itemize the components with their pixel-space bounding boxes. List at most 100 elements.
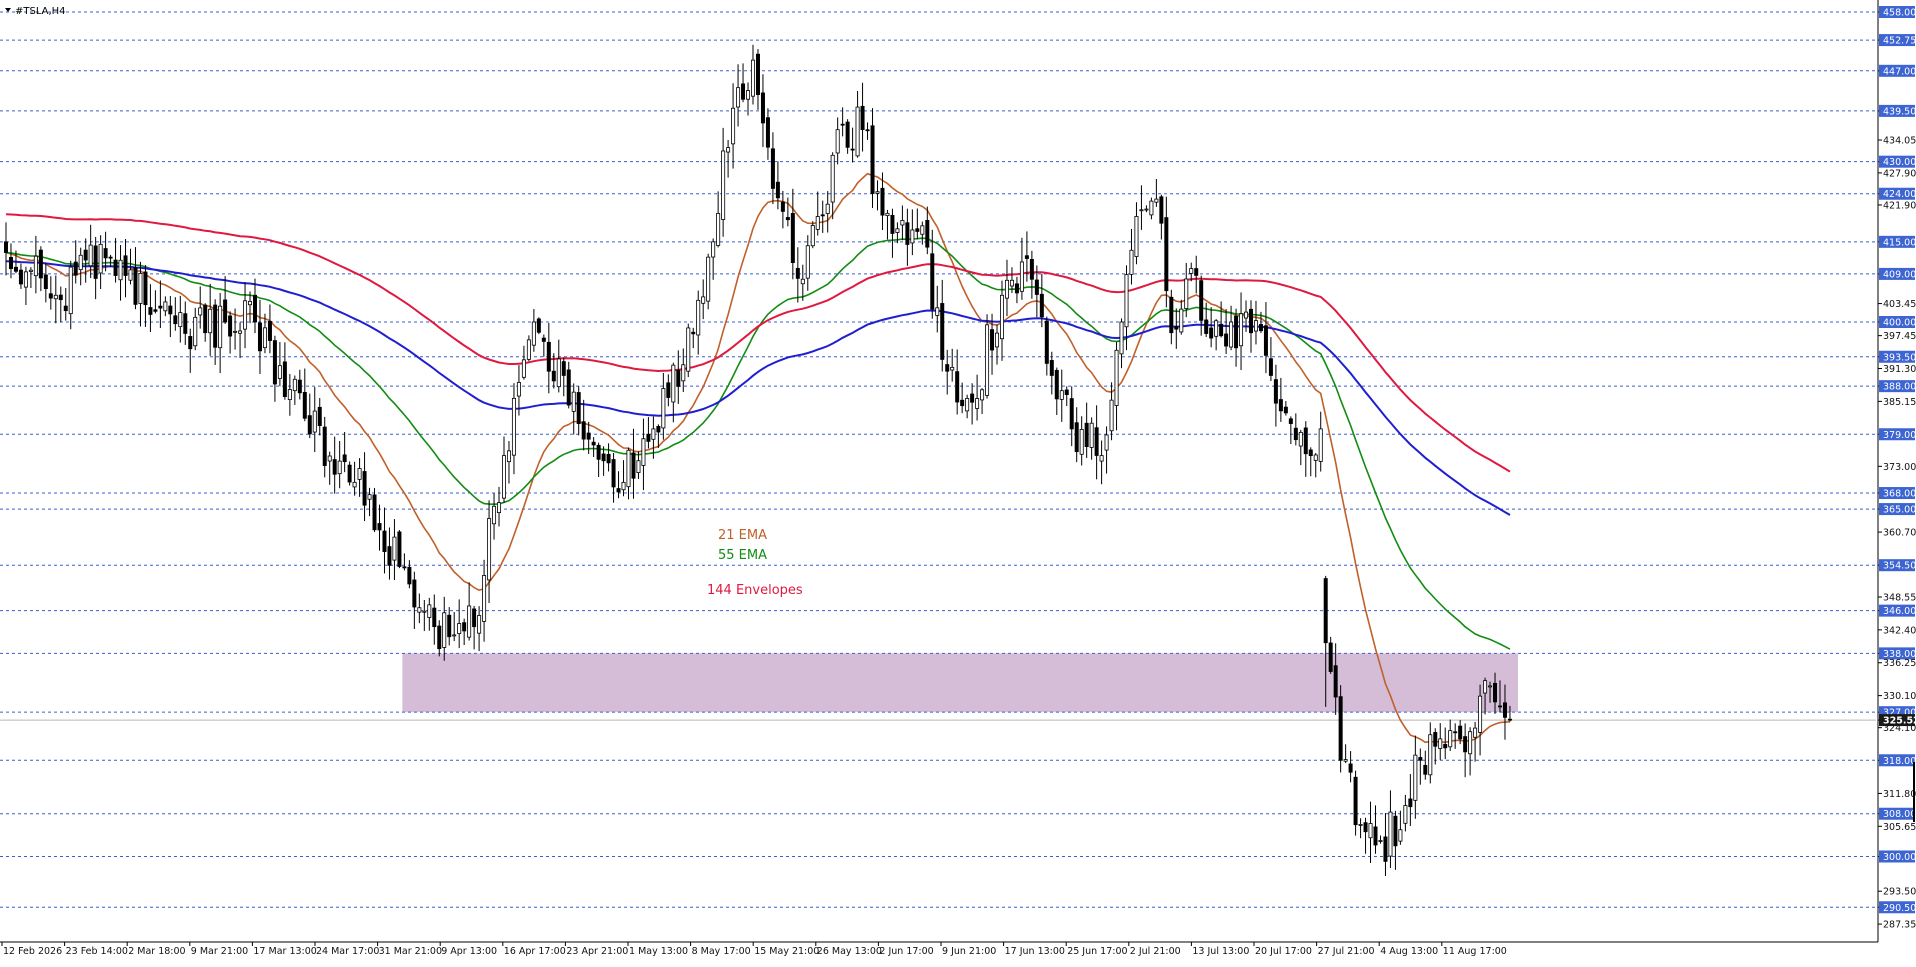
candle bbox=[1338, 685, 1343, 773]
candle-body bbox=[312, 410, 317, 433]
candle-body bbox=[541, 337, 546, 342]
candle-body bbox=[765, 117, 770, 148]
candle-body bbox=[970, 393, 975, 403]
candle-body bbox=[1199, 280, 1204, 321]
candle-body bbox=[1204, 319, 1209, 334]
candle-body bbox=[1378, 840, 1383, 842]
price-tick-label: 379.00 bbox=[1883, 430, 1916, 441]
candle-body bbox=[581, 421, 586, 440]
candle-body bbox=[302, 391, 307, 419]
time-tick-label: 4 Aug 13:00 bbox=[1380, 946, 1438, 957]
candle-body bbox=[1373, 826, 1378, 846]
candle-body bbox=[1268, 358, 1273, 376]
candle-body bbox=[1348, 763, 1353, 773]
time-tick-label: 1 May 13:00 bbox=[629, 946, 688, 957]
candle-body bbox=[686, 327, 691, 372]
candle-body bbox=[870, 125, 875, 194]
candle-body bbox=[1273, 379, 1278, 404]
candle-body bbox=[1258, 324, 1263, 332]
candle-body bbox=[521, 359, 526, 378]
candle-body bbox=[1134, 216, 1139, 257]
candle-body bbox=[1129, 249, 1134, 275]
candle-body bbox=[193, 316, 198, 347]
price-tick-label: 415.00 bbox=[1883, 237, 1916, 248]
candle-body bbox=[1278, 399, 1283, 412]
chart-container: 458.00 452.75 447.00 439.50 434.05 430.00 427.… bbox=[0, 0, 1916, 963]
price-tick-label: 427.90 bbox=[1883, 168, 1916, 179]
candle-body bbox=[128, 269, 133, 281]
candle-body bbox=[447, 614, 452, 638]
candle-body bbox=[855, 106, 860, 157]
candle-body bbox=[780, 201, 785, 212]
candle-body bbox=[576, 392, 581, 424]
price-tick-label: 388.00 bbox=[1883, 382, 1916, 393]
candle bbox=[810, 221, 815, 249]
price-tick-label: 430.00 bbox=[1883, 157, 1916, 168]
candle-body bbox=[457, 623, 462, 634]
candle-body bbox=[252, 294, 257, 323]
candle-body bbox=[621, 481, 626, 491]
candle-body bbox=[138, 273, 143, 304]
candle-body bbox=[1034, 279, 1039, 295]
candle-body bbox=[1154, 198, 1159, 203]
candle-body bbox=[676, 369, 681, 387]
candle-body bbox=[561, 361, 566, 376]
candle-body bbox=[317, 406, 322, 427]
candle-body bbox=[1493, 682, 1498, 703]
candle-body bbox=[347, 464, 352, 483]
symbol-header[interactable]: #TSLA,H4 bbox=[5, 6, 66, 17]
candle-body bbox=[1408, 798, 1413, 808]
candle-body bbox=[711, 241, 716, 258]
candle-body bbox=[38, 249, 43, 279]
candle-body bbox=[148, 307, 153, 315]
candle-body bbox=[337, 460, 342, 475]
candle-body bbox=[1403, 805, 1408, 824]
candle-body bbox=[188, 336, 193, 350]
candle-body bbox=[243, 300, 248, 330]
candle-body bbox=[606, 453, 611, 464]
candle-body bbox=[1149, 200, 1154, 216]
price-tick-label: 365.00 bbox=[1883, 505, 1916, 516]
candle-body bbox=[586, 432, 591, 440]
candle-body bbox=[68, 266, 73, 315]
candle-body bbox=[960, 399, 965, 407]
candle-body bbox=[1313, 454, 1318, 461]
candle-body bbox=[1303, 427, 1308, 455]
time-tick-label: 2 Mar 18:00 bbox=[128, 946, 185, 957]
candle-body bbox=[820, 214, 825, 217]
price-tick-label: 391.30 bbox=[1883, 364, 1916, 375]
candle-body bbox=[701, 296, 706, 304]
candle-body bbox=[123, 255, 128, 276]
candle-body bbox=[1169, 296, 1174, 334]
time-tick-label: 17 Jun 13:00 bbox=[1005, 946, 1065, 957]
candle-body bbox=[472, 608, 477, 628]
candle-body bbox=[546, 341, 551, 372]
candle-body bbox=[1004, 279, 1009, 299]
candle-body bbox=[1049, 360, 1054, 376]
candle-body bbox=[751, 59, 756, 97]
candle-body bbox=[626, 449, 631, 488]
candle-body bbox=[1184, 278, 1189, 309]
candle-body bbox=[775, 181, 780, 199]
candle-body bbox=[1079, 429, 1084, 455]
candle-body bbox=[1174, 326, 1179, 330]
candle-body bbox=[1179, 308, 1184, 333]
candle-body bbox=[1114, 349, 1119, 406]
candle bbox=[347, 461, 352, 486]
price-tick-label: 397.45 bbox=[1883, 331, 1916, 342]
candle-body bbox=[975, 398, 980, 409]
candle-body bbox=[272, 340, 277, 385]
candle-body bbox=[1009, 279, 1014, 287]
candle-body bbox=[1473, 727, 1478, 738]
candle-body bbox=[1094, 427, 1099, 456]
candle-body bbox=[203, 304, 208, 334]
candle-body bbox=[511, 397, 516, 456]
candle-body bbox=[98, 243, 103, 274]
candle-body bbox=[656, 426, 661, 433]
time-tick-label: 2 Jun 17:00 bbox=[879, 946, 933, 957]
legend-item-0: 21 EMA bbox=[718, 528, 767, 543]
candle-body bbox=[1014, 283, 1019, 294]
candle-body bbox=[452, 634, 457, 637]
candle-body bbox=[830, 154, 835, 203]
candle-body bbox=[860, 105, 865, 131]
